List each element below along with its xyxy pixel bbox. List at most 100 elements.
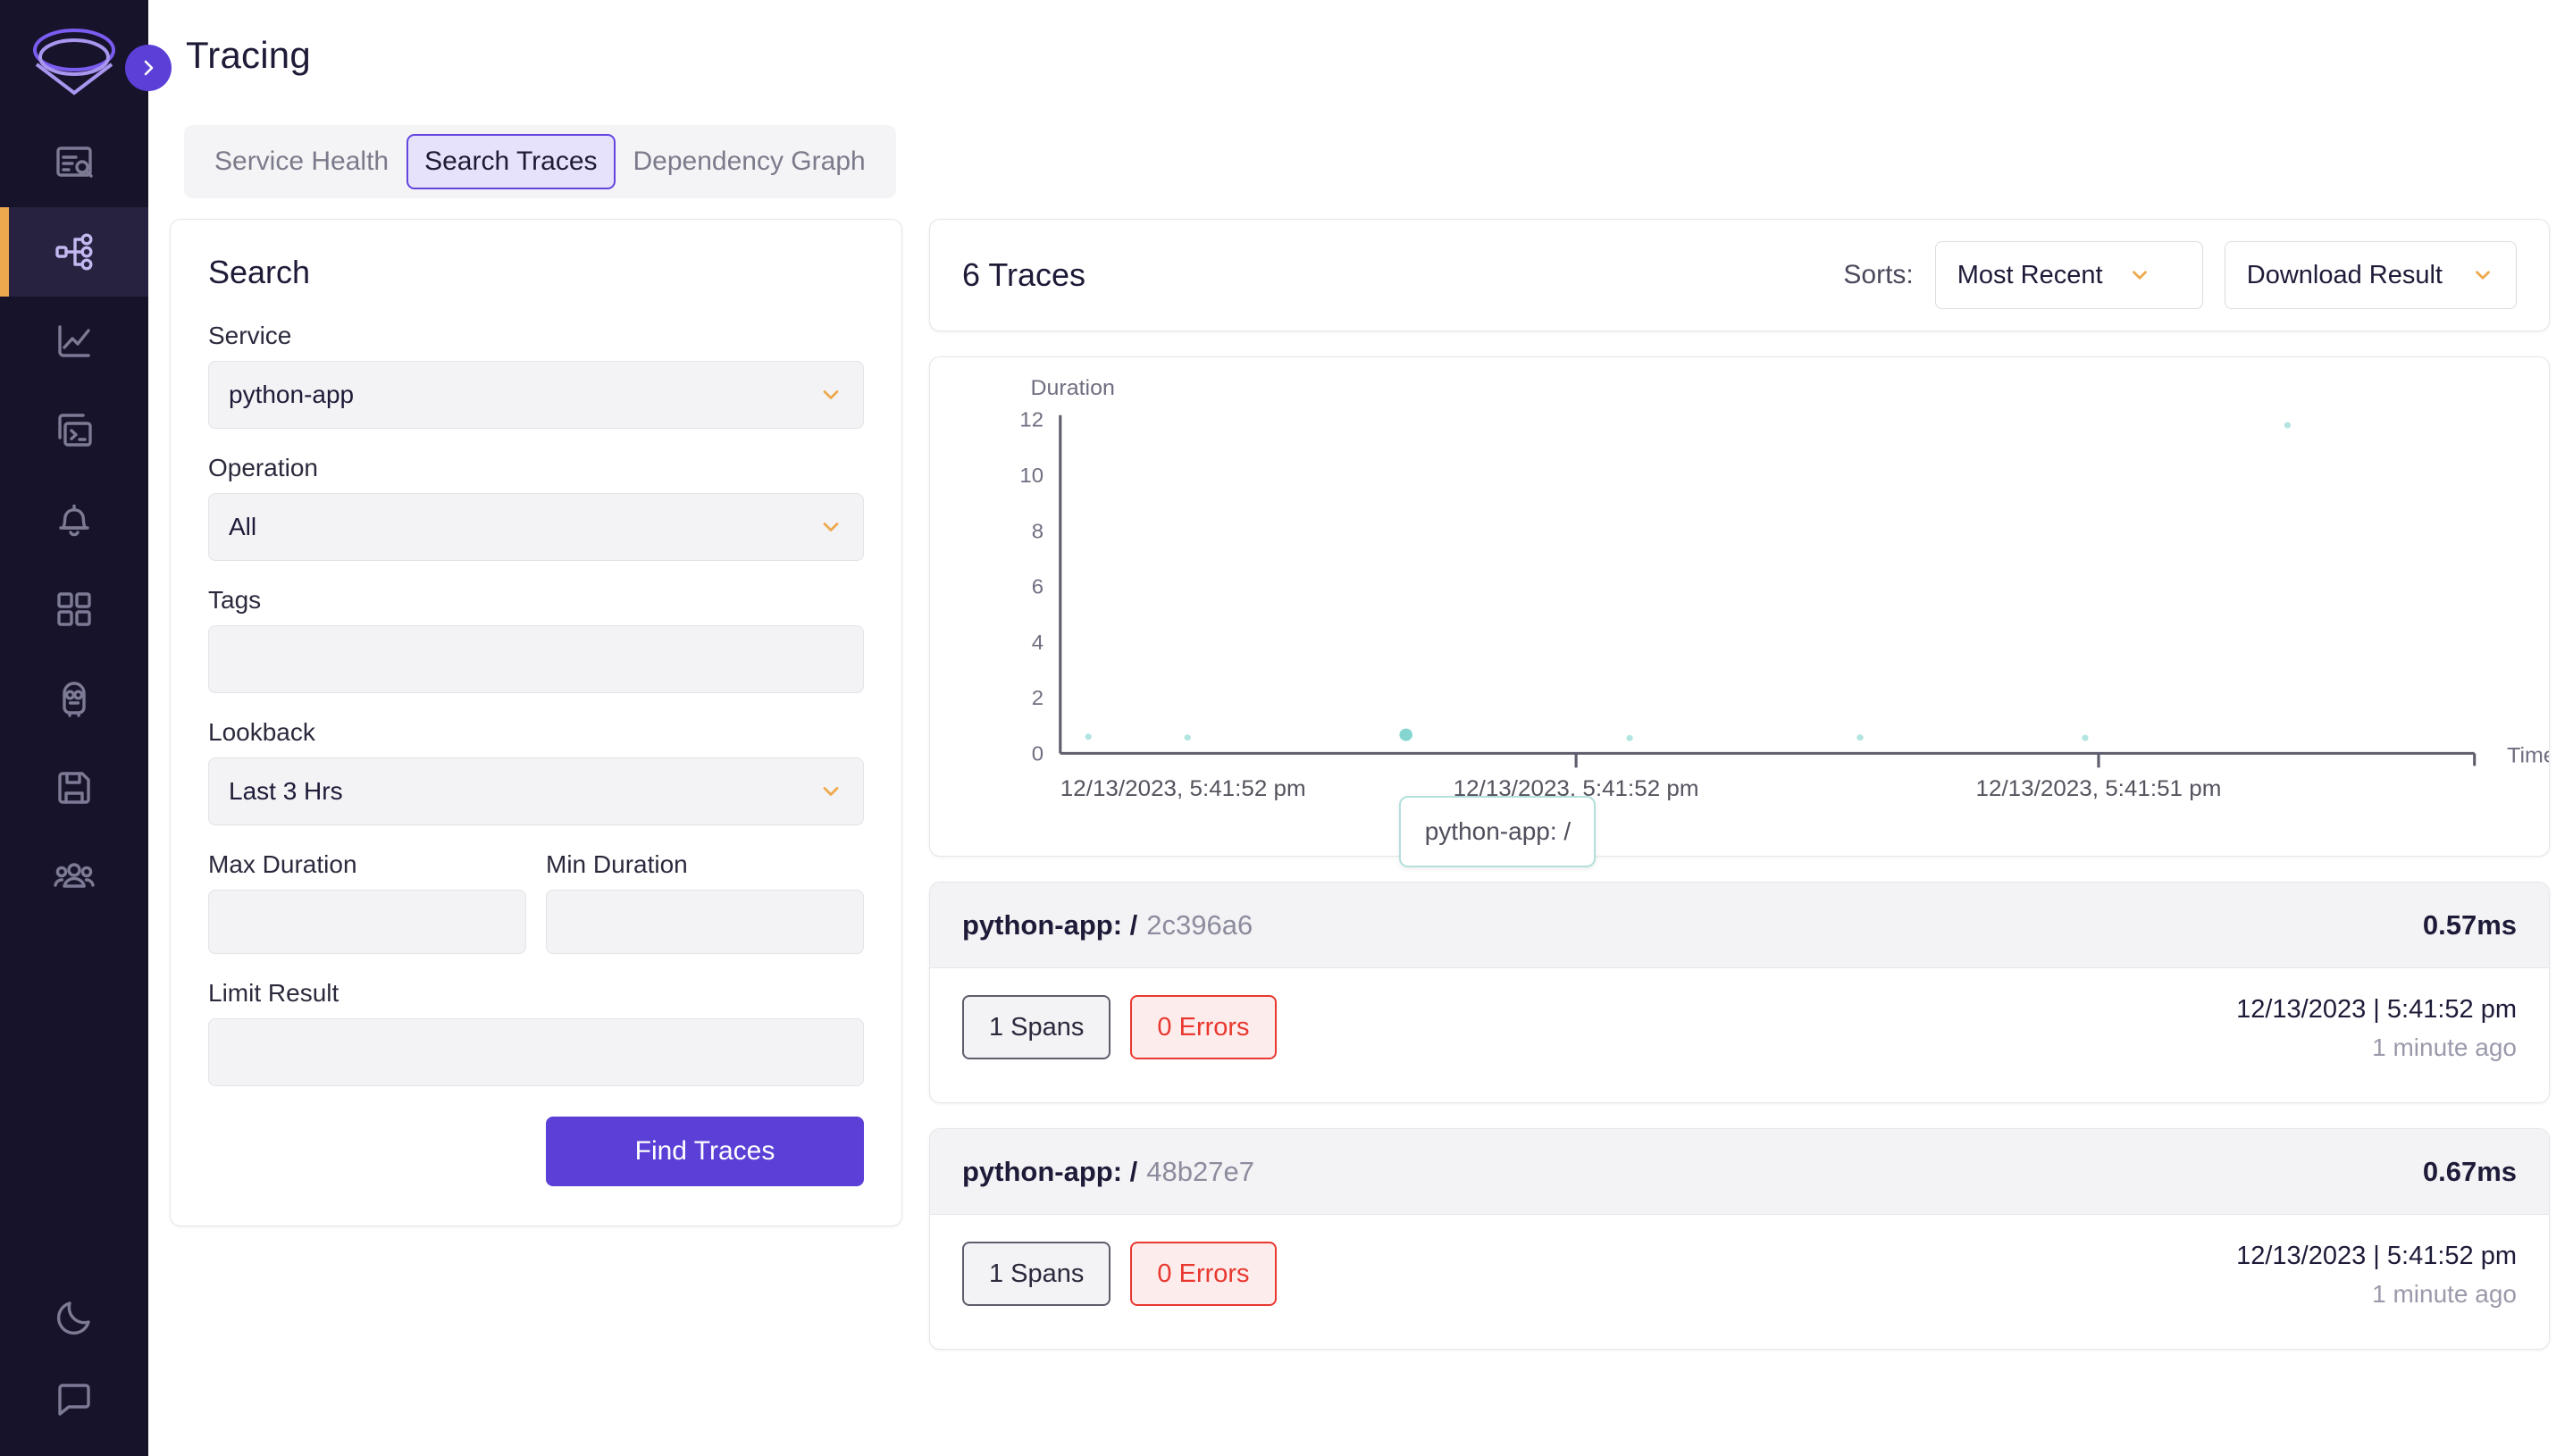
download-result-button[interactable]: Download Result <box>2224 241 2517 309</box>
page-title: Tracing <box>186 34 311 76</box>
sidebar-item-support[interactable] <box>0 1368 148 1431</box>
trace-relative-time: 1 minute ago <box>2372 1033 2517 1061</box>
svg-text:12/13/2023, 5:41:52 pm: 12/13/2023, 5:41:52 pm <box>1060 777 1306 801</box>
svg-text:0: 0 <box>1032 742 1043 765</box>
sidebar-item-team[interactable] <box>0 833 148 922</box>
bell-icon <box>59 504 89 537</box>
field-service: Service python-app <box>208 322 864 429</box>
spans-badge[interactable]: 1 Spans <box>962 1242 1111 1306</box>
label-operation: Operation <box>208 454 318 481</box>
tab-search-traces[interactable]: Search Traces <box>406 134 616 189</box>
limit-result-input[interactable] <box>208 1018 864 1086</box>
table-row[interactable]: python-app: / 2c396a6 0.57ms 1 Spans 0 E… <box>929 882 2550 1103</box>
tab-service-health[interactable]: Service Health <box>197 134 406 189</box>
find-traces-button[interactable]: Find Traces <box>546 1117 864 1186</box>
trace-service-name: python-app: / <box>962 1155 1138 1187</box>
search-panel: Search Service python-app Operation All <box>170 219 902 1226</box>
svg-text:12: 12 <box>1019 408 1043 431</box>
sort-select-value: Most Recent <box>1957 260 2103 289</box>
sidebar-item-traces[interactable] <box>0 207 148 297</box>
sidebar-item-saved[interactable] <box>0 743 148 833</box>
label-max-duration: Max Duration <box>208 850 357 878</box>
service-select[interactable]: python-app <box>208 361 864 429</box>
traces-count-label: 6 Traces <box>962 256 1086 293</box>
chevron-down-icon <box>818 515 843 540</box>
results-column: 6 Traces Sorts: Most Recent Download Res… <box>929 219 2550 1350</box>
sidebar-item-alerts[interactable] <box>0 475 148 565</box>
results-header: 6 Traces Sorts: Most Recent Download Res… <box>929 219 2550 331</box>
sidebar-item-console[interactable] <box>0 386 148 475</box>
operation-select[interactable]: All <box>208 493 864 561</box>
signoz-logo-icon <box>33 29 115 96</box>
chevron-down-icon <box>818 382 843 407</box>
search-panel-title: Search <box>208 254 311 290</box>
sidebar-item-bot[interactable] <box>0 654 148 743</box>
label-lookback: Lookback <box>208 718 315 746</box>
tags-input[interactable] <box>208 625 864 693</box>
logs-search-icon <box>56 146 93 178</box>
trace-row-body: 1 Spans 0 Errors 12/13/2023 | 5:41:52 pm… <box>930 1215 2549 1349</box>
svg-text:8: 8 <box>1032 520 1043 542</box>
field-lookback: Lookback Last 3 Hrs <box>208 718 864 825</box>
duration-row: Max Duration Min Duration <box>208 850 864 954</box>
logo-area <box>0 0 172 118</box>
tab-dependency-graph[interactable]: Dependency Graph <box>616 134 884 189</box>
chart-svg: Duration Time 0 2 4 6 8 10 12 12/13/2023, 5:41:52… <box>1019 376 2549 801</box>
sidebar-item-metrics[interactable] <box>0 297 148 386</box>
content-region: Search Service python-app Operation All <box>170 219 2550 1456</box>
traces-graph-icon <box>55 233 93 271</box>
chat-bubble-icon <box>58 1384 90 1416</box>
label-service: Service <box>208 322 292 349</box>
tab-bar: Service Health Search Traces Dependency … <box>184 125 896 198</box>
operation-select-value: All <box>229 513 257 540</box>
trace-timestamp: 12/13/2023 | 5:41:52 pm <box>2236 995 2517 1024</box>
trace-service-name: python-app: / <box>962 908 1138 941</box>
field-max-duration: Max Duration <box>208 850 526 954</box>
sidebar-nav <box>0 118 148 922</box>
sidebar-item-dashboards[interactable] <box>0 565 148 654</box>
max-duration-input[interactable] <box>208 890 526 954</box>
lookback-select-value: Last 3 Hrs <box>229 777 343 805</box>
chevron-right-icon <box>144 60 154 76</box>
save-disk-icon <box>58 772 90 804</box>
svg-text:10: 10 <box>1019 464 1043 486</box>
chart-inner: Duration Time 0 2 4 6 8 10 12 12/13/2023, 5:41:52… <box>930 357 2549 868</box>
lookback-select[interactable]: Last 3 Hrs <box>208 757 864 825</box>
app-root: Tracing Service Health Search Traces Dep… <box>0 0 2573 1456</box>
svg-text:Time: Time <box>2507 744 2549 767</box>
field-limit-result: Limit Result <box>208 979 864 1086</box>
results-header-controls: Sorts: Most Recent Download Result <box>1843 241 2517 309</box>
sidebar-bottom-nav <box>0 1286 148 1431</box>
sort-select[interactable]: Most Recent <box>1934 241 2203 309</box>
trace-row-header: python-app: / 48b27e7 0.67ms <box>930 1129 2549 1215</box>
chevron-down-icon <box>818 779 843 804</box>
chevron-down-icon <box>2471 264 2494 287</box>
sidebar-item-dark-mode[interactable] <box>0 1286 148 1349</box>
trace-duration: 0.67ms <box>2422 1155 2517 1187</box>
chart-tooltip: python-app: / <box>1399 796 1597 868</box>
sorts-label: Sorts: <box>1843 260 1914 289</box>
label-tags: Tags <box>208 586 262 614</box>
spans-badge[interactable]: 1 Spans <box>962 995 1111 1059</box>
table-row[interactable]: python-app: / 48b27e7 0.67ms 1 Spans 0 E… <box>929 1128 2550 1350</box>
left-sidebar <box>0 0 172 1456</box>
field-min-duration: Min Duration <box>546 850 864 954</box>
duration-scatter-chart[interactable]: Duration Time 0 2 4 6 8 10 12 12/13/2023, 5:41:52… <box>929 356 2550 868</box>
dashboard-grid-icon <box>57 592 91 626</box>
trace-id: 2c396a6 <box>1146 908 1253 941</box>
svg-text:6: 6 <box>1032 575 1043 598</box>
service-select-value: python-app <box>229 381 355 408</box>
trace-row-body: 1 Spans 0 Errors 12/13/2023 | 5:41:52 pm… <box>930 968 2549 1102</box>
trace-relative-time: 1 minute ago <box>2372 1280 2517 1308</box>
field-tags: Tags <box>208 586 864 693</box>
errors-badge[interactable]: 0 Errors <box>1130 995 1277 1059</box>
svg-text:4: 4 <box>1032 631 1043 653</box>
min-duration-input[interactable] <box>546 890 864 954</box>
sidebar-item-logs[interactable] <box>0 118 148 207</box>
moon-icon <box>57 1301 90 1335</box>
sidebar-collapse-button[interactable] <box>125 45 172 91</box>
svg-text:Duration: Duration <box>1030 376 1114 399</box>
errors-badge[interactable]: 0 Errors <box>1130 1242 1277 1306</box>
label-limit-result: Limit Result <box>208 979 339 1007</box>
robot-icon <box>63 682 86 717</box>
